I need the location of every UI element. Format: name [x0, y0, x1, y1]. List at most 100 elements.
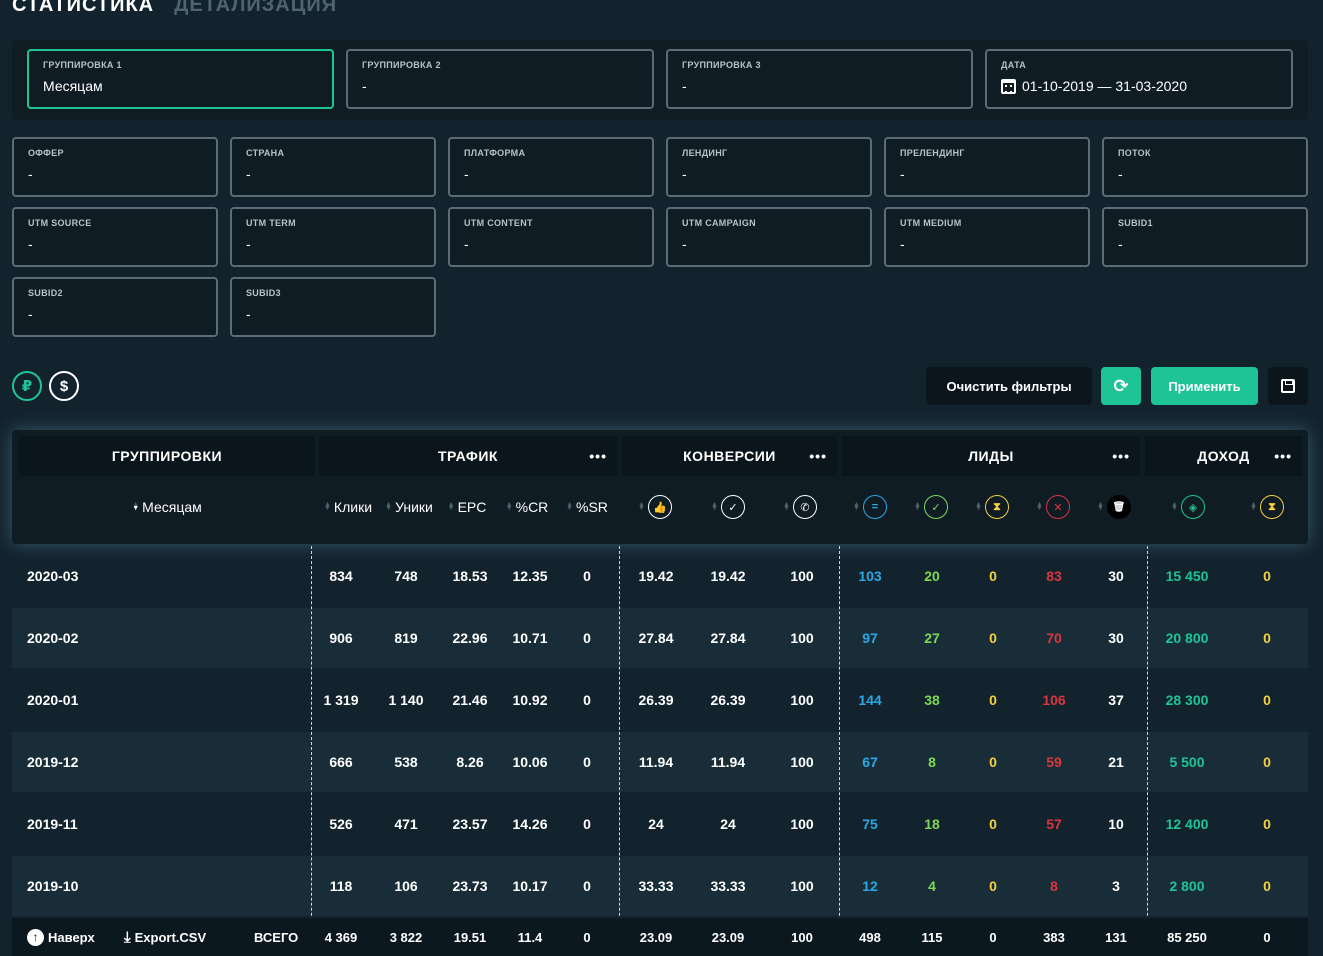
tab-details[interactable]: ДЕТАЛИЗАЦИЯ: [174, 0, 337, 22]
filter-utm-source[interactable]: UTM SOURCE -: [12, 207, 218, 267]
more-icon[interactable]: •••: [589, 448, 607, 464]
filter-utm-term[interactable]: UTM TERM -: [230, 207, 436, 267]
field-value: Месяцам: [43, 78, 103, 94]
scroll-top-button[interactable]: ↑ Наверх: [27, 918, 95, 956]
cell-epc: 23.57: [452, 816, 488, 832]
field-label: ГРУППИРОВКА 3: [682, 60, 761, 70]
table-row[interactable]: 2019-12 666 538 8.26 10.06 0 11.94 11.94 100 67 8 0…: [12, 732, 1308, 792]
field-label: ПЛАТФОРМА: [464, 148, 526, 158]
filter-subid2[interactable]: SUBID2 -: [12, 277, 218, 337]
field-value: -: [28, 236, 33, 252]
table-row[interactable]: 2020-03 834 748 18.53 12.35 0 19.42 19.42 100 103…: [12, 546, 1308, 606]
col-label: %SR: [576, 499, 608, 515]
group-title: КОНВЕРСИИ: [683, 448, 776, 464]
cell-epc: 8.26: [456, 754, 484, 770]
tab-statistics[interactable]: СТАТИСТИКА: [12, 0, 154, 22]
field-label: SUBID1: [1118, 218, 1153, 228]
date-range-value: 01-10-2019 — 31-03-2020: [1022, 78, 1188, 94]
cell-l-total: 103: [858, 568, 882, 584]
field-value: -: [682, 78, 687, 94]
row-period: 2019-12: [27, 754, 79, 770]
table-row[interactable]: 2020-02 906 819 22.96 10.71 0 27.84 27.84 100 97 2…: [12, 608, 1308, 668]
col-conv-approve[interactable]: ▲ ▼ 👍: [619, 495, 691, 519]
filter-landing[interactable]: ЛЕНДИНГ -: [666, 137, 872, 197]
sort-icon: ▲ ▼: [1097, 501, 1104, 512]
more-icon[interactable]: •••: [1274, 448, 1292, 464]
col-income-paid[interactable]: ▲ ▼ ◈: [1148, 495, 1228, 519]
field-label: ДАТА: [1001, 60, 1027, 70]
field-label: UTM CAMPAIGN: [682, 218, 756, 228]
download-icon: ⤓: [124, 928, 131, 946]
total-uniques: 3 822: [389, 929, 423, 945]
table-row[interactable]: 2019-10 118 106 23.73 10.17 0 33.33 33.33 100 12 4…: [12, 856, 1308, 916]
col-income-hold[interactable]: ▲ ▼ ⧗: [1228, 495, 1306, 519]
filter-prelanding[interactable]: ПРЕЛЕНДИНГ -: [884, 137, 1090, 197]
cell-l-appr: 27: [924, 630, 940, 646]
col-conv-call[interactable]: ▲ ▼ ✆: [764, 495, 836, 519]
field-value: -: [246, 236, 251, 252]
field-label: ОФФЕР: [28, 148, 64, 158]
grouping-3-select[interactable]: ГРУППИРОВКА 3 -: [666, 49, 973, 109]
clear-filters-button[interactable]: Очистить фильтры: [926, 367, 1092, 405]
currency-usd-button[interactable]: $: [49, 371, 79, 401]
col-clicks[interactable]: ▲ ▼ Клики: [317, 496, 379, 518]
col-uniques[interactable]: ▲ ▼ Уники: [379, 496, 439, 518]
refresh-button[interactable]: ⟳: [1101, 367, 1141, 405]
table-row[interactable]: 2019-11 526 471 23.57 14.26 0 24 24 100 75 18 0 57 10…: [12, 794, 1308, 854]
filter-utm-campaign[interactable]: UTM CAMPAIGN -: [666, 207, 872, 267]
export-csv-button[interactable]: ⤓ Export.CSV: [124, 918, 206, 956]
col-lead-hold[interactable]: ▲ ▼ ⧗: [962, 495, 1022, 519]
col-lead-trash[interactable]: ▲ ▼ 🗑: [1084, 495, 1144, 519]
date-range-picker[interactable]: ДАТА 01-10-2019 — 31-03-2020: [985, 49, 1293, 109]
group-title: ДОХОД: [1197, 448, 1250, 464]
cell-uniques: 748: [394, 568, 418, 584]
cell-inc: 28 300: [1165, 692, 1209, 708]
field-value: -: [900, 236, 905, 252]
field-value: -: [682, 236, 687, 252]
filter-country[interactable]: СТРАНА -: [230, 137, 436, 197]
field-label: SUBID3: [246, 288, 281, 298]
sort-icon: ▲ ▼: [975, 501, 982, 512]
check-circle-icon: ✓: [720, 495, 745, 519]
more-icon[interactable]: •••: [1112, 448, 1130, 464]
grouping-1-select[interactable]: ГРУППИРОВКА 1 Месяцам: [27, 49, 334, 109]
cell-l-trash: 37: [1108, 692, 1124, 708]
filter-utm-medium[interactable]: UTM MEDIUM -: [884, 207, 1090, 267]
field-label: ЛЕНДИНГ: [682, 148, 728, 158]
filter-platform[interactable]: ПЛАТФОРМА -: [448, 137, 654, 197]
col-cr[interactable]: ▲ ▼ %CR: [499, 496, 555, 518]
cell-sr: 0: [583, 754, 591, 770]
cell-c2: 11.94: [710, 754, 746, 770]
col-lead-approved[interactable]: ▲ ▼ ✓: [901, 495, 961, 519]
col-month[interactable]: ▲ ▼ Месяцам: [19, 496, 315, 518]
cell-inc: 2 800: [1169, 878, 1205, 894]
sort-icon: ▲ ▼: [711, 501, 718, 512]
table-row[interactable]: 2020-01 1 319 1 140 21.46 10.92 0 26.39 26.39 10…: [12, 670, 1308, 730]
sort-icon: ▲ ▼: [914, 501, 921, 512]
filter-utm-content[interactable]: UTM CONTENT -: [448, 207, 654, 267]
filter-subid1[interactable]: SUBID1 -: [1102, 207, 1308, 267]
grouping-2-select[interactable]: ГРУППИРОВКА 2 -: [346, 49, 654, 109]
cell-l-total: 97: [862, 630, 878, 646]
apply-button[interactable]: Применить: [1151, 367, 1258, 405]
filter-stream[interactable]: ПОТОК -: [1102, 137, 1308, 197]
arrow-up-icon: ↑: [27, 928, 44, 946]
save-button[interactable]: [1268, 367, 1308, 405]
col-epc[interactable]: ▲ ▼ EPC: [439, 496, 495, 518]
more-icon[interactable]: •••: [809, 448, 827, 464]
cell-l-appr: 4: [928, 878, 936, 894]
col-sr[interactable]: ▲ ▼ %SR: [559, 496, 615, 518]
field-value: -: [464, 236, 469, 252]
cell-l-hold: 0: [989, 878, 997, 894]
filter-subid3[interactable]: SUBID3 -: [230, 277, 436, 337]
field-value: -: [28, 166, 33, 182]
group-header-traffic: ТРАФИК •••: [319, 436, 617, 476]
total-c3: 100: [791, 929, 813, 945]
total-l-hold: 0: [989, 929, 997, 945]
filter-offer[interactable]: ОФФЕР -: [12, 137, 218, 197]
currency-rub-button[interactable]: ₽: [12, 371, 42, 401]
col-lead-total[interactable]: ▲ ▼ =: [840, 495, 900, 519]
col-conv-check[interactable]: ▲ ▼ ✓: [692, 495, 764, 519]
col-lead-rejected[interactable]: ▲ ▼ ✕: [1023, 495, 1083, 519]
group-header-leads: ЛИДЫ •••: [842, 436, 1140, 476]
